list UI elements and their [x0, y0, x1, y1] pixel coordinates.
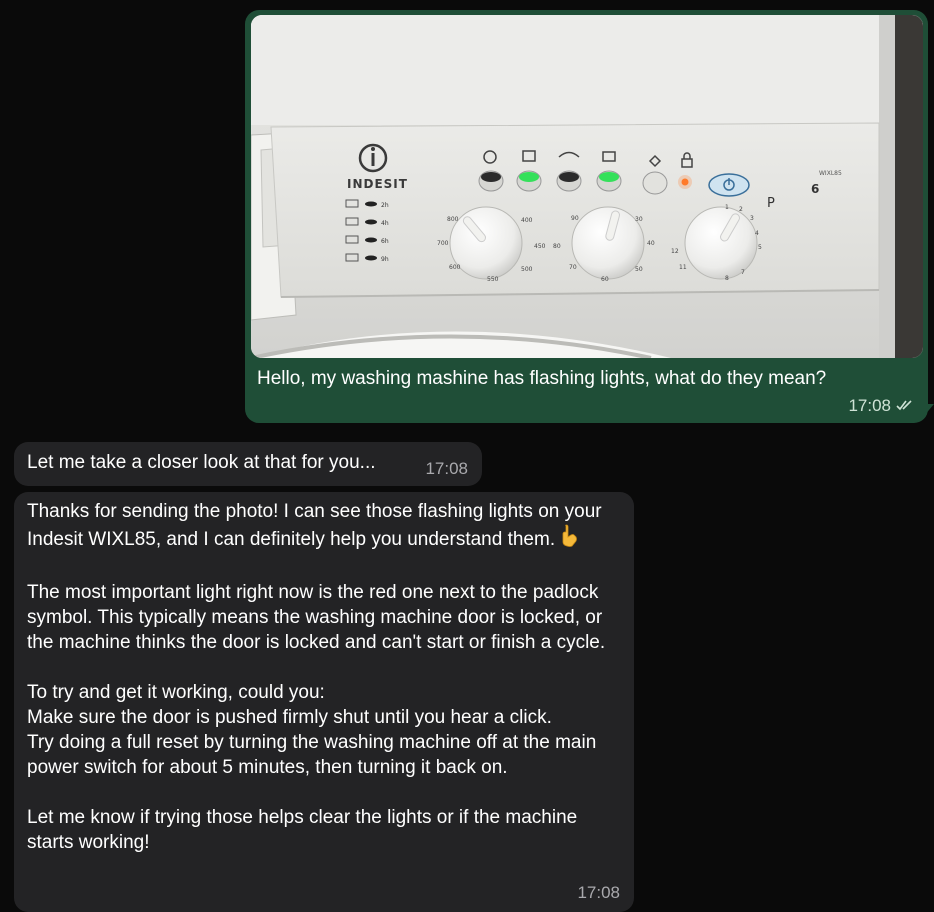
svg-text:12: 12: [671, 248, 679, 255]
svg-text:50: 50: [635, 266, 643, 273]
svg-text:60: 60: [601, 276, 609, 283]
outgoing-message-meta: 17:08: [848, 396, 914, 416]
message-timestamp: 17:08: [848, 396, 891, 415]
message-paragraph: To try and get it working, could you: Ma…: [27, 682, 597, 778]
message-timestamp: 17:08: [425, 459, 468, 478]
svg-text:5: 5: [758, 244, 762, 251]
svg-text:2: 2: [739, 206, 743, 213]
paragraph-text: Thanks for sending the photo! I can see …: [27, 501, 602, 550]
washing-machine-photo[interactable]: INDESIT 2h 4h 6h 9h WIXL85 6 P 800 700 6…: [251, 15, 923, 358]
svg-text:450: 450: [534, 243, 546, 250]
svg-text:90: 90: [571, 215, 579, 222]
outgoing-bubble-tail: [924, 404, 934, 416]
svg-text:4: 4: [755, 230, 759, 237]
svg-text:INDESIT: INDESIT: [347, 177, 408, 191]
svg-text:1: 1: [725, 204, 729, 211]
svg-text:80: 80: [553, 243, 561, 250]
svg-text:800: 800: [447, 216, 459, 223]
incoming-message-text: Let me take a closer look at that for yo…: [27, 452, 376, 473]
svg-text:70: 70: [569, 264, 577, 271]
svg-text:8: 8: [725, 275, 729, 282]
message-paragraph: Let me know if trying those helps clear …: [27, 807, 578, 853]
svg-text:6: 6: [811, 182, 819, 196]
svg-text:7: 7: [741, 269, 745, 276]
svg-text:550: 550: [487, 276, 499, 283]
incoming-message-bubble[interactable]: Let me take a closer look at that for yo…: [14, 442, 482, 486]
message-paragraph: The most important light right now is th…: [27, 582, 606, 653]
svg-text:4h: 4h: [381, 220, 389, 227]
svg-text:3: 3: [750, 215, 754, 222]
pointing-down-hand-icon: [559, 524, 579, 555]
svg-text:600: 600: [449, 264, 461, 271]
svg-text:400: 400: [521, 217, 533, 224]
svg-text:9h: 9h: [381, 256, 389, 263]
svg-text:30: 30: [635, 216, 643, 223]
svg-text:P: P: [767, 196, 775, 211]
svg-text:6h: 6h: [381, 238, 389, 245]
svg-text:WIXL85: WIXL85: [819, 170, 842, 177]
svg-text:11: 11: [679, 264, 687, 271]
svg-text:500: 500: [521, 266, 533, 273]
double-check-icon: [896, 396, 914, 416]
svg-text:2h: 2h: [381, 202, 389, 209]
svg-text:700: 700: [437, 240, 449, 247]
message-paragraph: Thanks for sending the photo! I can see …: [27, 499, 627, 555]
outgoing-message-text: Hello, my washing mashine has flashing l…: [257, 368, 827, 389]
outgoing-message-bubble[interactable]: INDESIT 2h 4h 6h 9h WIXL85 6 P 800 700 6…: [245, 10, 928, 423]
incoming-message-bubble[interactable]: Thanks for sending the photo! I can see …: [14, 492, 634, 912]
svg-text:40: 40: [647, 240, 655, 247]
washing-machine-photo-image: INDESIT 2h 4h 6h 9h WIXL85 6 P 800 700 6…: [251, 15, 923, 358]
message-timestamp: 17:08: [577, 883, 620, 902]
incoming-message-text: Thanks for sending the photo! I can see …: [27, 499, 627, 855]
